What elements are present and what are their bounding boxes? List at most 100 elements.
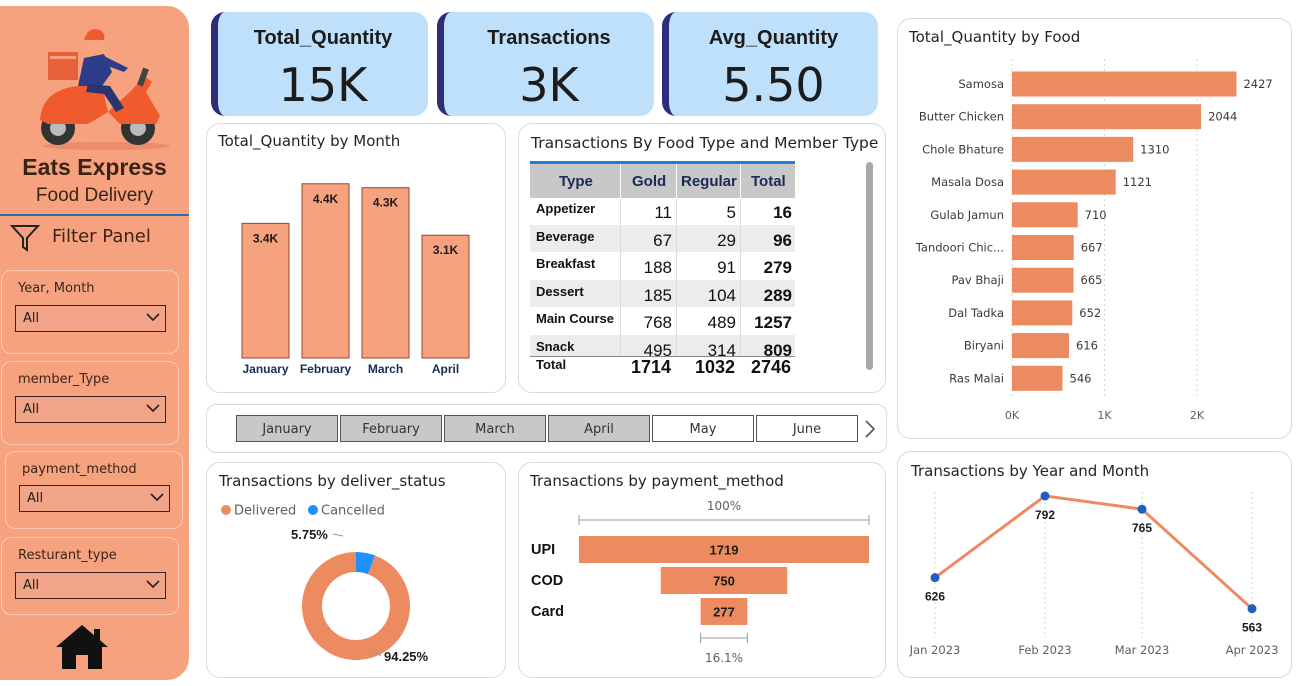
funnel-category-label: Card — [531, 604, 564, 620]
month-bar[interactable] — [361, 187, 410, 359]
x-tick-label: Apr 2023 — [1226, 643, 1279, 657]
food-bar[interactable] — [1012, 104, 1202, 130]
food-category-label: Biryani — [964, 339, 1004, 353]
matrix-cell-total: 96 — [773, 230, 792, 250]
kpi-avg-quantity: Avg_Quantity 5.50 — [662, 12, 878, 116]
food-value-label: 1310 — [1140, 142, 1169, 156]
matrix-row-type: Main Course — [536, 311, 615, 326]
matrix-row-type: Dessert — [536, 283, 584, 299]
chevron-right-icon[interactable] — [864, 419, 876, 439]
slicer-month-march[interactable]: March — [444, 415, 546, 442]
trend-point[interactable] — [930, 573, 940, 583]
member-type-dropdown[interactable]: All — [15, 396, 166, 423]
month-chart-card: Total_Quantity by Month 3.4K January 4.4K F… — [206, 123, 506, 393]
status-donut-chart: Delivered Cancelled 5.75% 94.25% — [221, 504, 429, 664]
legend-label: Cancelled — [321, 504, 385, 519]
delivery-scooter-icon — [40, 29, 170, 150]
food-value-label: 2427 — [1243, 77, 1272, 91]
matrix-cell-gold: 185 — [643, 285, 672, 305]
kpi-title: Transactions — [487, 27, 611, 49]
brand-title: Eats Express — [22, 154, 167, 180]
month-bar[interactable] — [301, 183, 350, 359]
food-bar[interactable] — [1012, 333, 1069, 359]
food-bar[interactable] — [1012, 365, 1063, 391]
col-header-gold: Gold — [632, 173, 667, 190]
kpi-total-quantity: Total_Quantity 15K — [211, 12, 428, 116]
donut-slice[interactable] — [302, 552, 410, 660]
kpi-transactions: Transactions 3K — [437, 12, 654, 116]
month-bar-label: 3.1K — [433, 243, 459, 257]
food-category-label: Dal Tadka — [948, 306, 1004, 320]
month-bar-label: 3.4K — [253, 231, 279, 245]
kpi-title: Avg_Quantity — [708, 27, 839, 49]
matrix-row-type: Appetizer — [536, 201, 596, 216]
matrix-cell-regular: 489 — [707, 313, 736, 332]
funnel-value-label: 277 — [713, 605, 735, 620]
status-chart-card: Transactions by deliver_status Delivered… — [206, 462, 506, 678]
filter-payment-method: payment_method All — [5, 451, 183, 529]
food-value-label: 667 — [1081, 241, 1103, 255]
restaurant-type-dropdown[interactable]: All — [15, 572, 166, 599]
food-bar[interactable] — [1012, 71, 1237, 97]
filter-label: Year, Month — [18, 281, 95, 296]
trend-point[interactable] — [1247, 604, 1257, 614]
x-tick-label: Feb 2023 — [1018, 643, 1071, 657]
x-tick-label: 0K — [1005, 409, 1020, 422]
matrix-cell-regular: 91 — [717, 258, 736, 277]
food-category-label: Tandoori Chic... — [915, 241, 1004, 255]
food-bar[interactable] — [1012, 235, 1074, 260]
home-icon[interactable] — [54, 623, 110, 671]
food-bar[interactable] — [1012, 300, 1073, 326]
food-bar[interactable] — [1012, 267, 1074, 293]
col-header-regular: Regular — [681, 173, 737, 190]
matrix-cell-total: 16 — [773, 203, 792, 222]
slicer-month-february[interactable]: February — [340, 415, 442, 442]
slicer-month-april[interactable]: April — [548, 415, 650, 442]
chevron-down-icon — [146, 404, 160, 413]
trend-value-label: 765 — [1132, 521, 1152, 535]
month-bar-label: 4.4K — [313, 192, 339, 206]
slicer-month-january[interactable]: January — [236, 415, 338, 442]
food-value-label: 1121 — [1123, 175, 1152, 189]
food-category-label: Butter Chicken — [919, 110, 1004, 124]
payment-method-dropdown[interactable]: All — [19, 485, 170, 512]
trend-point[interactable] — [1040, 491, 1050, 501]
trend-line — [934, 494, 1254, 610]
month-axis-label: April — [432, 362, 459, 376]
total-total: 2746 — [750, 357, 791, 377]
kpi-value: 15K — [278, 58, 368, 112]
kpi-title: Total_Quantity — [253, 27, 393, 49]
food-value-label: 2044 — [1208, 110, 1237, 124]
filter-panel-label: Filter Panel — [52, 226, 151, 247]
month-axis-label: January — [242, 362, 288, 376]
brand-subtitle: Food Delivery — [35, 185, 154, 206]
slicer-month-june[interactable]: June — [756, 415, 858, 442]
matrix-cell-total: 289 — [763, 285, 792, 305]
slicer-month-may[interactable]: May — [652, 415, 754, 442]
trend-line-chart: Jan 2023 Feb 2023 Mar 2023 Apr 2023 626 792 76… — [909, 491, 1279, 657]
trend-value-label: 792 — [1035, 508, 1055, 522]
payment-chart-card: Transactions by payment_method 100% 1719 U… — [518, 462, 886, 678]
kpi-value: 5.50 — [722, 58, 825, 112]
filter-restaurant-type: Resturant_type All — [1, 537, 179, 615]
month-bar-label: 4.3K — [373, 196, 399, 210]
food-bar[interactable] — [1012, 136, 1134, 162]
x-tick-label: Mar 2023 — [1115, 643, 1170, 657]
filter-member-type: member_Type All — [1, 361, 179, 445]
x-tick-label: 1K — [1097, 409, 1112, 422]
kpi-value: 3K — [519, 58, 579, 112]
sidebar: Eats Express Food Delivery Filter Panel … — [0, 6, 189, 680]
year-month-dropdown[interactable]: All — [15, 305, 166, 332]
filter-label: member_Type — [18, 372, 110, 387]
donut-data-label: 94.25% — [384, 649, 429, 664]
food-category-label: Samosa — [958, 77, 1004, 91]
matrix-cell-total: 809 — [763, 340, 792, 357]
food-bar[interactable] — [1012, 202, 1078, 228]
food-value-label: 652 — [1079, 306, 1101, 320]
matrix-row-type: Beverage — [536, 228, 595, 244]
trend-point[interactable] — [1137, 504, 1147, 514]
food-chart-card: Total_Quantity by Food 0K 1K 2K Samosa 2427 B… — [897, 18, 1292, 439]
matrix-scrollbar[interactable] — [866, 162, 873, 370]
food-category-label: Chole Bhature — [922, 142, 1004, 156]
food-bar[interactable] — [1012, 169, 1116, 195]
